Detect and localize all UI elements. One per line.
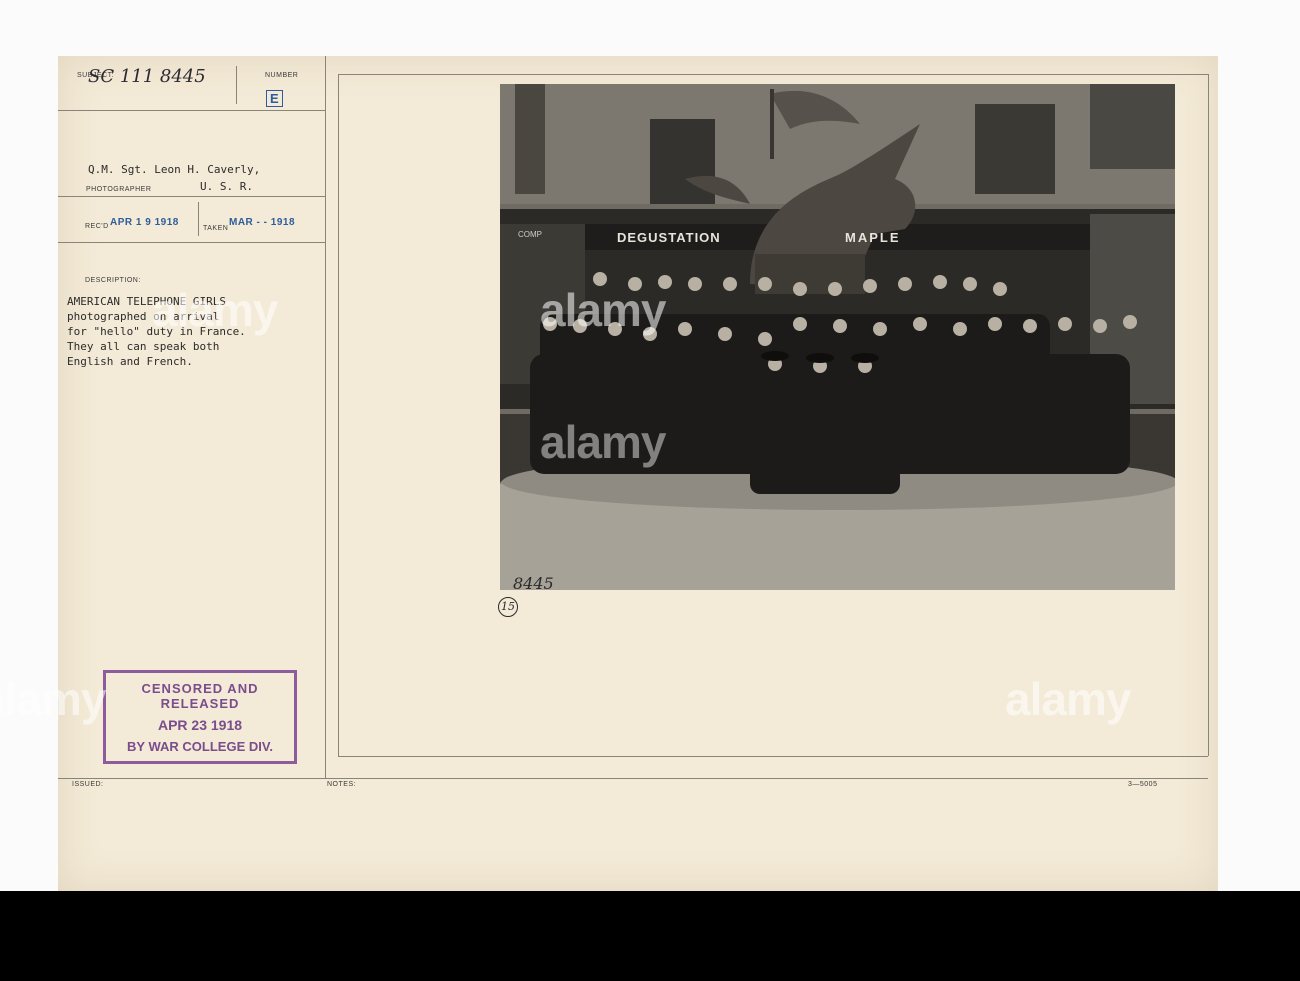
- photographer-unit: U. S. R.: [200, 180, 253, 193]
- photo-frame-top: [338, 74, 1208, 75]
- photo-circle-number: 15: [498, 597, 518, 617]
- description-label: DESCRIPTION:: [85, 277, 141, 284]
- form-number: 3—5005: [1128, 781, 1158, 788]
- subject-value: SC 111 8445: [88, 66, 206, 87]
- window: [515, 84, 545, 194]
- window: [1090, 84, 1175, 169]
- rule: [58, 110, 326, 111]
- censor-stamp-date: APR 23 1918: [157, 717, 243, 733]
- photo-scene: DEGUSTATION MAPLE COMP: [500, 84, 1175, 590]
- group-photograph: DEGUSTATION MAPLE COMP: [500, 84, 1175, 590]
- negative-number: 8445: [513, 574, 554, 593]
- rule: [58, 242, 326, 243]
- watermark: alamy: [152, 284, 278, 336]
- watermark: alamy: [540, 284, 666, 336]
- shop-sign-comp: COMP: [518, 230, 542, 239]
- photo-frame-right: [1208, 74, 1209, 756]
- watermark: alamy: [1005, 673, 1131, 725]
- photographer-name: Q.M. Sgt. Leon H. Caverly,: [88, 163, 261, 176]
- taken-label: TAKEN: [203, 225, 229, 232]
- recd-date-stamp: APR 1 9 1918: [110, 217, 179, 228]
- censor-stamp: CENSORED AND RELEASED APR 23 1918 BY WAR…: [103, 670, 297, 764]
- shop-sign-maple: MAPLE: [845, 230, 901, 245]
- censor-stamp-line1: CENSORED AND RELEASED: [141, 681, 259, 711]
- censor-stamp-line3: BY WAR COLLEGE DIV.: [127, 739, 273, 754]
- rule: [58, 196, 326, 197]
- watermark: alamy: [540, 416, 666, 468]
- date-divider: [198, 202, 199, 236]
- window: [975, 104, 1055, 194]
- window: [650, 119, 715, 204]
- shop-sign-degustation: DEGUSTATION: [617, 230, 721, 245]
- photo-frame-left: [338, 74, 339, 756]
- rule: [58, 778, 1208, 779]
- photographer-label: PHOTOGRAPHER: [86, 186, 152, 193]
- watermark: alamy: [0, 673, 106, 725]
- issued-label: ISSUED:: [72, 781, 104, 788]
- taken-date-stamp: MAR - - 1918: [229, 217, 296, 228]
- number-value: E: [266, 90, 284, 107]
- number-label: NUMBER: [265, 72, 299, 79]
- recd-label: REC'D: [85, 223, 109, 230]
- photo-frame-bottom: [338, 756, 1208, 757]
- footer-bar: [0, 891, 1300, 981]
- number-divider: [236, 66, 237, 104]
- notes-label: NOTES:: [327, 781, 357, 788]
- column-divider: [325, 56, 326, 778]
